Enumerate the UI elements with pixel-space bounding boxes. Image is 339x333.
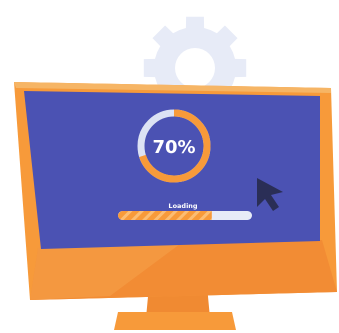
stand-base <box>114 312 236 330</box>
loading-progress-bar <box>118 211 252 220</box>
loading-label: Loading <box>168 202 198 210</box>
progress-percent-label: 70% <box>152 137 195 158</box>
illustration-scene: 70% Loading <box>14 16 337 330</box>
progress-bar-fill <box>118 211 212 220</box>
